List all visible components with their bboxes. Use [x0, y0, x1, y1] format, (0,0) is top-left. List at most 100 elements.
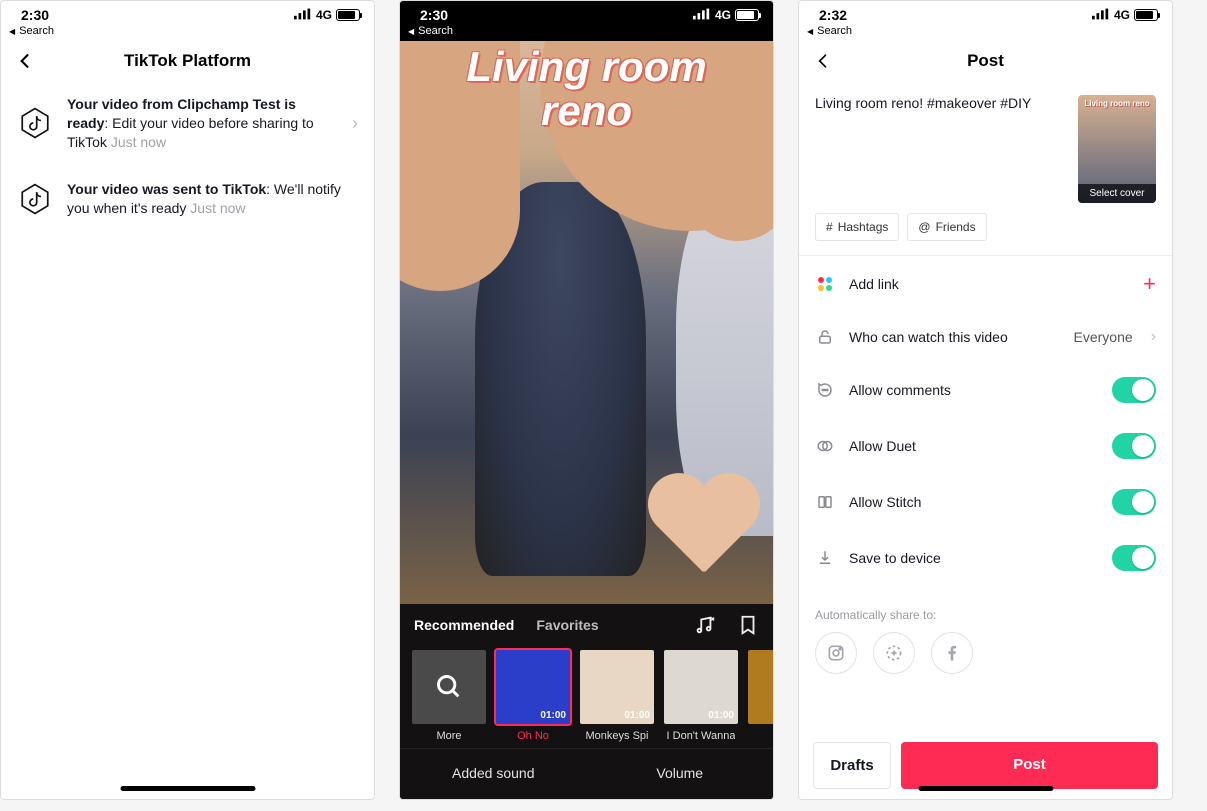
search-icon: [412, 650, 486, 724]
status-right: 4G: [294, 8, 360, 23]
allow-stitch-row: Allow Stitch: [799, 474, 1172, 530]
back-button[interactable]: [813, 51, 833, 71]
select-cover-label: Select cover: [1078, 184, 1156, 203]
battery-icon: [1134, 9, 1158, 21]
page-title: TikTok Platform: [1, 51, 374, 71]
drafts-button[interactable]: Drafts: [813, 742, 891, 789]
status-bar: 2:30 4G: [1, 1, 374, 23]
sound-footer: Added sound Volume: [400, 748, 773, 799]
mention-icon: @: [918, 220, 930, 234]
screen-notifications: 2:30 4G Search TikTok Platform Your vide…: [0, 0, 375, 800]
tiktok-hex-icon: [17, 181, 53, 217]
stitch-icon: [815, 492, 835, 512]
track-item[interactable]: 01:00 Oh No: [496, 650, 570, 742]
track-thumbnail: 01:00: [580, 650, 654, 724]
plus-icon: +: [1143, 271, 1156, 297]
status-time: 2:30: [21, 7, 49, 23]
link-apps-icon: [815, 274, 835, 294]
post-settings: Add link + Who can watch this video Ever…: [799, 255, 1172, 586]
chevron-right-icon: ›: [1151, 328, 1156, 346]
bookmark-icon[interactable]: [737, 614, 759, 636]
signal-icon: [1092, 8, 1110, 23]
track-thumbnail: [748, 650, 773, 724]
home-indicator: [918, 786, 1053, 791]
battery-icon: [735, 9, 759, 21]
post-button[interactable]: Post: [901, 742, 1158, 789]
track-more[interactable]: More: [412, 650, 486, 742]
tab-recommended[interactable]: Recommended: [414, 617, 514, 633]
sound-panel: Recommended Favorites More 01:00 Oh No 0…: [400, 604, 773, 799]
cover-thumbnail[interactable]: Living room reno Select cover: [1078, 95, 1156, 203]
tiktok-hex-icon: [17, 105, 53, 141]
nav-header: TikTok Platform: [1, 41, 374, 81]
signal-icon: [294, 8, 312, 23]
status-bar: 2:30 4G: [400, 1, 773, 23]
status-time: 2:32: [819, 7, 847, 23]
status-right: 4G: [1092, 8, 1158, 23]
notification-row[interactable]: Your video was sent to TikTok: We'll not…: [1, 166, 374, 232]
duet-icon: [815, 436, 835, 456]
track-thumbnail: 01:00: [664, 650, 738, 724]
friends-chip[interactable]: @Friends: [907, 213, 986, 241]
screen-post: 2:32 4G Search Post Living room reno! #m…: [798, 0, 1173, 800]
volume-button[interactable]: Volume: [587, 749, 774, 799]
track-item[interactable]: Wea: [748, 650, 773, 742]
track-item[interactable]: 01:00 I Don't Wanna: [664, 650, 738, 742]
share-instagram-icon[interactable]: [815, 632, 857, 674]
comment-icon: [815, 380, 835, 400]
caption-area: Living room reno! #makeover #DIY Living …: [799, 81, 1172, 213]
network-label: 4G: [316, 8, 332, 22]
back-button[interactable]: [15, 51, 35, 71]
status-right: 4G: [693, 8, 759, 23]
status-bar: 2:32 4G: [799, 1, 1172, 23]
added-sound-button[interactable]: Added sound: [400, 749, 587, 799]
notification-list: Your video from Clipchamp Test is ready:…: [1, 81, 374, 231]
track-label: Oh No: [517, 730, 549, 742]
lock-icon: [815, 327, 835, 347]
music-trim-icon[interactable]: [693, 614, 715, 636]
video-preview[interactable]: Living room reno: [400, 41, 773, 604]
back-to-search[interactable]: Search: [799, 23, 1172, 41]
track-label: I Don't Wanna: [667, 730, 736, 742]
toggle-allow-duet[interactable]: [1112, 433, 1156, 459]
sound-tabs: Recommended Favorites: [400, 614, 773, 636]
privacy-row[interactable]: Who can watch this video Everyone ›: [799, 312, 1172, 362]
network-label: 4G: [715, 8, 731, 22]
share-section: Automatically share to:: [799, 586, 1172, 684]
network-label: 4G: [1114, 8, 1130, 22]
share-facebook-icon[interactable]: [931, 632, 973, 674]
status-time: 2:30: [420, 7, 448, 23]
caption-input[interactable]: Living room reno! #makeover #DIY: [815, 95, 1068, 203]
notification-row[interactable]: Your video from Clipchamp Test is ready:…: [1, 81, 374, 166]
allow-comments-row: Allow comments: [799, 362, 1172, 418]
hashtags-chip[interactable]: #Hashtags: [815, 213, 899, 241]
toggle-allow-comments[interactable]: [1112, 377, 1156, 403]
track-label: Monkeys Spi: [586, 730, 649, 742]
track-thumbnail: 01:00: [496, 650, 570, 724]
share-stories-icon[interactable]: [873, 632, 915, 674]
chevron-right-icon: ›: [352, 113, 358, 134]
track-item[interactable]: 01:00 Monkeys Spi: [580, 650, 654, 742]
screen-sound-editor: 2:30 4G Search Living room reno Recommen…: [399, 0, 774, 800]
notification-text: Your video was sent to TikTok: We'll not…: [67, 180, 358, 218]
share-icons: [815, 632, 1156, 674]
track-label: More: [436, 730, 461, 742]
page-title: Post: [799, 51, 1172, 71]
hash-icon: #: [826, 220, 833, 234]
chip-row: #Hashtags @Friends: [799, 213, 1172, 255]
toggle-save-device[interactable]: [1112, 545, 1156, 571]
save-device-row: Save to device: [799, 530, 1172, 586]
allow-duet-row: Allow Duet: [799, 418, 1172, 474]
back-to-search[interactable]: Search: [1, 23, 374, 41]
notification-text: Your video from Clipchamp Test is ready:…: [67, 95, 338, 152]
add-link-row[interactable]: Add link +: [799, 256, 1172, 312]
tab-favorites[interactable]: Favorites: [536, 617, 598, 633]
privacy-value: Everyone: [1074, 329, 1133, 345]
share-label: Automatically share to:: [815, 608, 1156, 622]
track-list[interactable]: More 01:00 Oh No 01:00 Monkeys Spi 01:00…: [400, 636, 773, 748]
toggle-allow-stitch[interactable]: [1112, 489, 1156, 515]
home-indicator: [120, 786, 255, 791]
signal-icon: [693, 8, 711, 23]
back-to-search[interactable]: Search: [400, 23, 773, 41]
nav-header: Post: [799, 41, 1172, 81]
